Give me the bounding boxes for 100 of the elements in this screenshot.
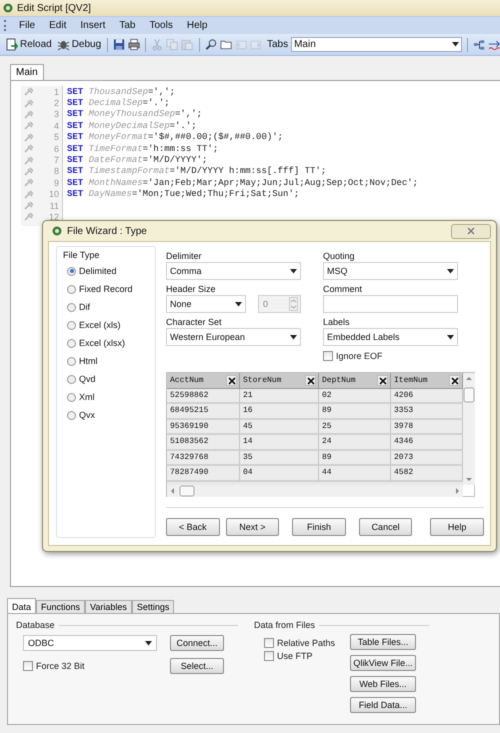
pin-icon	[24, 121, 34, 130]
table-cell: 14	[240, 435, 319, 450]
button[interactable]: Web Files...	[350, 676, 416, 692]
pin-icon	[24, 98, 34, 108]
table-cell: 25	[319, 420, 391, 435]
column-header: ItemNum	[394, 376, 428, 385]
remove-column-button[interactable]	[377, 375, 388, 386]
labels-dropdown[interactable]: Embedded Labels	[323, 328, 458, 346]
select-button[interactable]: Select...	[170, 658, 224, 674]
menu-item[interactable]: Tab	[112, 20, 142, 31]
button[interactable]: < Back	[166, 518, 220, 536]
printer-icon[interactable]	[128, 38, 140, 51]
remove-column-button[interactable]	[449, 375, 460, 386]
tab[interactable]: Data	[7, 598, 36, 613]
line-number: 2	[54, 98, 59, 108]
quoting-dropdown[interactable]: MSQ	[323, 262, 458, 280]
window-title: Edit Script [QV2]	[17, 2, 91, 14]
horizontal-scrollbar[interactable]	[167, 485, 463, 497]
close-icon	[228, 376, 236, 384]
checkbox-label: Use FTP	[277, 651, 313, 661]
connect-button[interactable]: Connect...	[170, 635, 224, 651]
button[interactable]: Next >	[226, 518, 280, 536]
radio-button[interactable]	[67, 356, 76, 366]
menu-item[interactable]: Help	[180, 20, 214, 31]
field-label: Comment	[323, 283, 364, 294]
line-number: 4	[54, 120, 59, 131]
checkbox[interactable]	[264, 638, 274, 648]
radio-button[interactable]	[67, 338, 76, 348]
radio-button[interactable]	[67, 320, 76, 330]
button[interactable]: Cancel	[358, 518, 412, 536]
tab[interactable]: Main	[10, 64, 44, 80]
radio-button[interactable]	[67, 374, 76, 384]
tab[interactable]: Variables	[85, 600, 132, 613]
comment-field[interactable]	[323, 295, 458, 313]
pin-icon	[24, 166, 34, 176]
menu-item[interactable]: Insert	[73, 20, 112, 31]
tab[interactable]: Settings	[132, 600, 174, 613]
remove-column-button[interactable]	[226, 375, 237, 386]
line-number: 5	[54, 132, 59, 142]
code-line: SET TimestampFormat='M/D/YYYY h:mm:ss[.fff] TT';	[67, 166, 328, 178]
radio-button[interactable]	[67, 302, 76, 312]
checkbox[interactable]	[264, 651, 274, 661]
checkbox[interactable]	[23, 661, 33, 671]
database-dropdown[interactable]: ODBC	[23, 635, 157, 651]
field-label: Delimiter	[166, 250, 203, 261]
close-icon	[306, 376, 314, 384]
table-cell: 44	[319, 466, 391, 482]
checkbox[interactable]	[323, 351, 333, 361]
table-cell: 24	[319, 435, 391, 450]
table-cell: 4206	[391, 388, 463, 404]
button[interactable]: Table Files...	[350, 634, 416, 650]
radio-button[interactable]	[67, 410, 76, 420]
close-icon	[450, 376, 458, 384]
pin-icon	[24, 156, 34, 165]
field-label: Quoting	[323, 250, 356, 261]
radio-label: Excel (xls)	[79, 320, 121, 330]
grip-handle[interactable]	[4, 20, 6, 31]
table-cell: 3353	[391, 404, 463, 420]
search-icon[interactable]	[204, 38, 217, 51]
code-line: SET MoneyDecimalSep='.';	[67, 120, 198, 132]
tree-icon[interactable]	[472, 38, 485, 51]
menu-item[interactable]: Edit	[42, 20, 74, 31]
folder-icon[interactable]	[220, 38, 232, 51]
table-cell: 21	[240, 388, 319, 404]
line-number: 12	[48, 212, 59, 222]
debug-button[interactable]: Debug	[56, 38, 102, 51]
radio-button[interactable]	[67, 284, 76, 294]
reload-button[interactable]: Reload	[4, 38, 53, 51]
header-size-dropdown[interactable]: None	[166, 295, 246, 313]
table-cell: 89	[319, 450, 391, 466]
pin-icon	[24, 110, 34, 119]
radio-label: Excel (xlsx)	[79, 338, 126, 348]
column-header: DeptNum	[322, 376, 356, 385]
button[interactable]: Help	[430, 518, 484, 536]
radio-label: Xml	[79, 392, 94, 402]
radio-label: Fixed Record	[79, 284, 133, 294]
character-set-dropdown[interactable]: Western European	[166, 328, 301, 346]
delimiter-dropdown[interactable]: Comma	[166, 262, 301, 280]
field-label: Character Set	[166, 316, 223, 327]
button[interactable]: Finish	[292, 518, 346, 536]
button[interactable]: QlikView File...	[350, 655, 416, 671]
close-button[interactable]	[451, 224, 491, 238]
code-line: SET MonthNames='Jan;Feb;Mar;Apr;May;Jun;Jul;Aug;Sep;Oct;Nov;Dec';	[67, 177, 418, 189]
button[interactable]: Field Data...	[350, 697, 416, 713]
vertical-scrollbar[interactable]	[463, 373, 475, 485]
caret-icon	[452, 42, 459, 47]
pin-icon	[24, 178, 34, 188]
line-number: 11	[50, 200, 59, 211]
remove-column-button[interactable]	[305, 375, 316, 386]
radio-button[interactable]	[67, 266, 76, 276]
radio-label: Qvx	[79, 410, 96, 420]
tab-dropdown[interactable]: Main	[291, 37, 462, 52]
menu-item[interactable]: File	[12, 20, 42, 31]
table-cell: 4346	[391, 435, 463, 450]
table-cell: 89	[319, 404, 391, 420]
menu-item[interactable]: Tools	[142, 20, 180, 31]
checkbox-label: Relative Paths	[277, 638, 336, 648]
tab[interactable]: Functions	[36, 600, 86, 613]
strikethrough-icon[interactable]	[488, 38, 500, 51]
radio-button[interactable]	[67, 392, 76, 402]
